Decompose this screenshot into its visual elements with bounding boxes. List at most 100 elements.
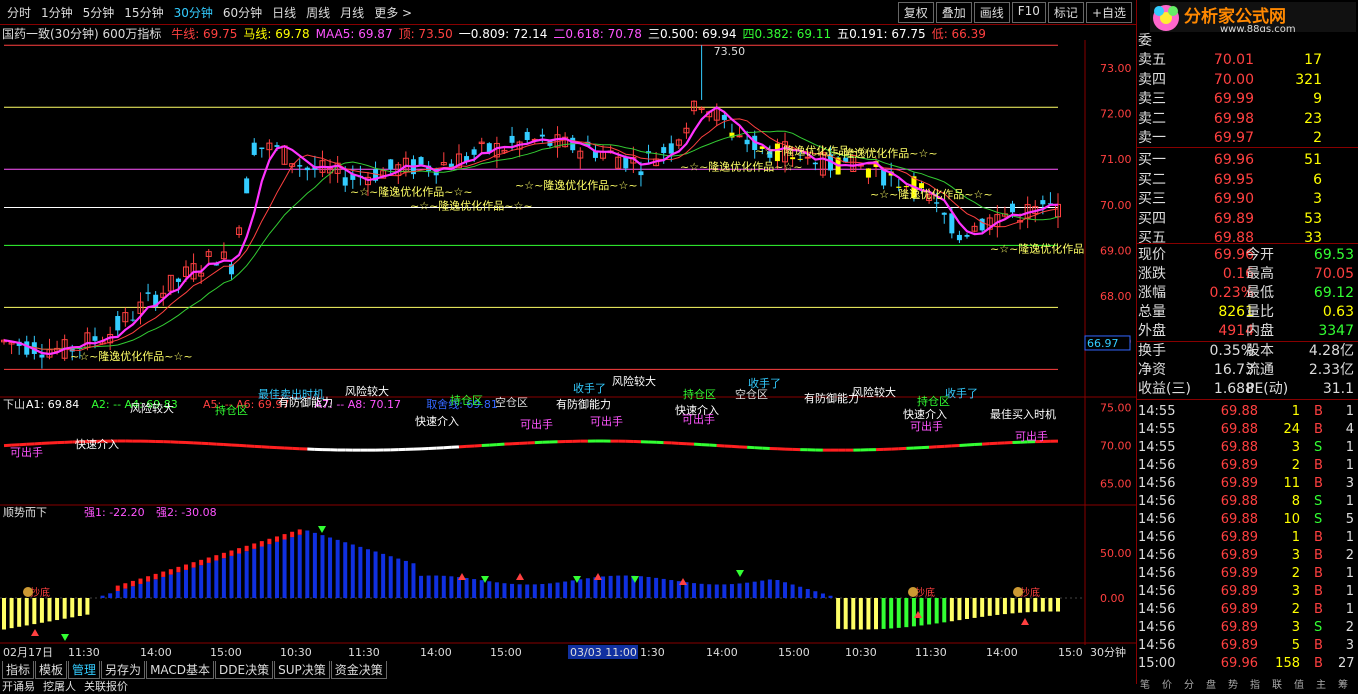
tick-count: 4 <box>1338 421 1354 439</box>
indicator-value: MAA5: 69.87 <box>316 27 393 41</box>
ask-row[interactable]: 卖四70.00321 <box>1138 71 1356 90</box>
stat-row: 现价69.96今开69.53 <box>1138 246 1356 265</box>
stat-value: 69.96 <box>1194 246 1254 265</box>
candle-body <box>949 213 954 233</box>
ask-row[interactable]: 卖三69.999 <box>1138 90 1356 109</box>
signal-label: 可出手 <box>590 414 623 428</box>
watermark-label: ~☆~隆逸优化作品~☆~ <box>70 349 193 363</box>
tool-button[interactable]: 复权 <box>898 2 934 23</box>
tick-time: 14:56 <box>1138 493 1175 511</box>
stat-value: 0.35% <box>1194 342 1254 361</box>
bid-row[interactable]: 买二69.956 <box>1138 171 1356 190</box>
candle-body <box>343 177 348 185</box>
bid-row[interactable]: 买三69.903 <box>1138 190 1356 209</box>
candle-body <box>638 171 643 175</box>
tick-row: 14:5669.893B1 <box>1138 583 1356 601</box>
ask-row[interactable]: 卖二69.9823 <box>1138 110 1356 129</box>
ask-volume: 321 <box>1256 71 1322 90</box>
kline-chart-area[interactable]: 73.0072.0071.0070.0069.0068.0067.0066.97… <box>0 40 1136 660</box>
period-tab[interactable]: 15分钟 <box>119 4 168 21</box>
candle-body <box>419 157 424 164</box>
period-tab[interactable]: 更多 > <box>369 4 417 21</box>
tick-count: 1 <box>1338 565 1354 583</box>
tick-time: 14:55 <box>1138 403 1175 421</box>
signal-label: 有防御能力 <box>556 397 611 411</box>
tool-button[interactable]: 标记 <box>1048 2 1084 23</box>
bottom-tab[interactable]: 模板 <box>35 661 67 679</box>
period-tab[interactable]: 5分钟 <box>78 4 120 21</box>
tick-side: B <box>1314 565 1323 583</box>
period-tab[interactable]: 1分钟 <box>36 4 78 21</box>
bid-label: 买一 <box>1138 151 1166 170</box>
tick-time: 14:56 <box>1138 565 1175 583</box>
price-tick-label: 73.00 <box>1100 62 1132 75</box>
bottom-tab[interactable]: MACD基本 <box>146 661 214 679</box>
price-tick-label: 71.00 <box>1100 153 1132 166</box>
stat-value: 1.688 <box>1194 380 1254 399</box>
candle-body <box>942 213 947 215</box>
divider <box>1136 147 1358 148</box>
tick-volume: 10 <box>1270 511 1300 529</box>
indicator-value: 三0.500: 69.94 <box>648 27 737 41</box>
tick-time: 14:55 <box>1138 439 1175 457</box>
stat-value: 2.33亿 <box>1288 361 1354 380</box>
signal-label: 持仓区 <box>683 387 716 401</box>
tick-price: 69.96 <box>1204 655 1258 673</box>
bottom-tab[interactable]: 挖屠人 <box>43 678 76 694</box>
stat-label: 最高 <box>1246 265 1274 284</box>
stat-value: 4914 <box>1194 322 1254 341</box>
watermark-label: ~☆~隆逸优化作品~☆~ <box>870 187 993 201</box>
period-tab[interactable]: 分时 <box>2 4 36 21</box>
candle-body <box>745 140 750 144</box>
stat-row: 涨跌0.16最高70.05 <box>1138 265 1356 284</box>
tick-row: 14:5669.893S2 <box>1138 619 1356 637</box>
bottom-tab[interactable]: 另存为 <box>101 661 145 679</box>
stat-label: 量比 <box>1246 303 1274 322</box>
bottom-tab[interactable]: 关联报价 <box>84 678 128 694</box>
period-tab[interactable]: 60分钟 <box>218 4 267 21</box>
bid-row[interactable]: 买四69.8953 <box>1138 210 1356 229</box>
candle-body <box>934 202 939 203</box>
candle-body <box>540 135 545 137</box>
stat-value: 4.28亿 <box>1288 342 1354 361</box>
tick-volume: 158 <box>1270 655 1300 673</box>
bottom-tab[interactable]: DDE决策 <box>215 661 273 679</box>
ask-row[interactable]: 卖一69.972 <box>1138 129 1356 148</box>
period-tab[interactable]: 日线 <box>267 4 301 21</box>
indicator2-tick: 0.00 <box>1100 592 1125 605</box>
time-axis-label: 11:30 <box>348 646 380 659</box>
ask-price: 70.00 <box>1194 71 1254 90</box>
indicator2-value: 强1: -22.20 <box>84 506 145 519</box>
bottom-tabs: 指标模板管理另存为MACD基本DDE决策SUP决策资金决策 <box>2 661 388 679</box>
ask-row[interactable]: 卖五70.0117 <box>1138 51 1356 70</box>
tick-time: 14:56 <box>1138 583 1175 601</box>
tool-button[interactable]: 画线 <box>974 2 1010 23</box>
period-tab[interactable]: 月线 <box>335 4 369 21</box>
ask-label: 卖二 <box>1138 110 1166 129</box>
bid-volume: 53 <box>1256 210 1322 229</box>
time-axis-label: 03/03 11:00 <box>570 646 637 659</box>
period-tab[interactable]: 周线 <box>301 4 335 21</box>
bottom-tab[interactable]: 资金决策 <box>331 661 387 679</box>
bid-row[interactable]: 买一69.9651 <box>1138 151 1356 170</box>
tool-button[interactable]: 叠加 <box>936 2 972 23</box>
bottom-tab[interactable]: 管理 <box>68 661 100 679</box>
candle-body <box>1010 204 1015 213</box>
time-axis-label: 15:0 <box>1058 646 1083 659</box>
tick-price: 69.89 <box>1204 565 1258 583</box>
bottom-tab[interactable]: 指标 <box>2 661 34 679</box>
bottom-tab[interactable]: SUP决策 <box>274 661 330 679</box>
ask-label: 卖一 <box>1138 129 1166 148</box>
period-tab[interactable]: 30分钟 <box>169 4 218 21</box>
tool-button[interactable]: F10 <box>1012 2 1046 23</box>
ask-volume: 17 <box>1256 51 1322 70</box>
tick-price: 69.89 <box>1204 457 1258 475</box>
bottom-tab[interactable]: 开诵易 <box>2 678 35 694</box>
stat-row: 换手0.35%股本4.28亿 <box>1138 342 1356 361</box>
candle-body <box>669 143 674 153</box>
tick-row: 14:5669.892B1 <box>1138 457 1356 475</box>
signal-label: 收手了 <box>573 381 606 395</box>
tool-button[interactable]: +自选 <box>1086 2 1132 23</box>
time-axis-label: 1:30 <box>640 646 665 659</box>
signal-label: 持仓区 <box>450 393 483 407</box>
